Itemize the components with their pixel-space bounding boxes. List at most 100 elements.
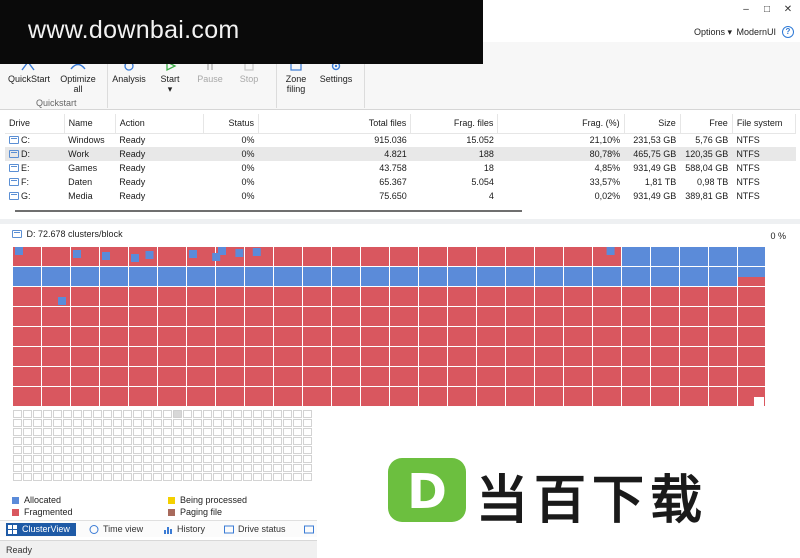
column-file-system[interactable]: File system xyxy=(732,114,797,134)
cluster-empty-block xyxy=(113,473,122,481)
cluster-empty-block xyxy=(263,446,272,454)
cluster-block xyxy=(332,327,360,346)
cluster-block xyxy=(71,267,99,286)
cluster-empty-block xyxy=(243,473,252,481)
drive-cell-text: Ready xyxy=(119,149,146,159)
cluster-empty-block xyxy=(263,419,272,427)
drive-status-icon xyxy=(224,525,234,534)
column-frag-files[interactable]: Frag. files xyxy=(410,114,499,134)
cluster-block xyxy=(71,387,99,406)
start-dropdown-icon[interactable]: ▾ xyxy=(168,84,173,94)
cluster-empty-block xyxy=(213,428,222,436)
tab-time-view[interactable]: Time view xyxy=(87,523,143,536)
cluster-empty-block xyxy=(283,446,292,454)
drive-row[interactable]: G: Media Ready 0% 75.650 4 0,02% 931,49 GB 389,8… xyxy=(5,189,796,203)
cluster-block xyxy=(245,287,273,306)
cluster-block xyxy=(448,387,476,406)
cluster-block xyxy=(361,247,389,266)
cluster-empty-block xyxy=(243,437,252,445)
close-button[interactable]: ✕ xyxy=(782,4,794,16)
cluster-block xyxy=(651,367,679,386)
cluster-empty-block xyxy=(303,419,312,427)
tab-history[interactable]: History xyxy=(161,523,205,536)
cluster-empty-block xyxy=(103,446,112,454)
cluster-block xyxy=(651,287,679,306)
cluster-block xyxy=(535,347,563,366)
drive-cell-text: Ready xyxy=(119,135,146,146)
cluster-empty-block xyxy=(303,437,312,445)
cluster-fragment xyxy=(218,247,226,255)
drive-cell-text: 0% xyxy=(241,177,255,187)
cluster-empty-block xyxy=(233,455,242,463)
cluster-block xyxy=(564,347,592,366)
cluster-empty-block xyxy=(63,455,72,463)
cluster-map[interactable] xyxy=(13,247,765,410)
cluster-block xyxy=(245,327,273,346)
column-name[interactable]: Name xyxy=(64,114,116,134)
cluster-empty-block xyxy=(53,410,62,418)
cluster-block xyxy=(332,247,360,266)
column-total-files[interactable]: Total files xyxy=(258,114,412,134)
cluster-block xyxy=(622,367,650,386)
maximize-button[interactable]: □ xyxy=(761,4,773,16)
start-button[interactable]: Start ▾ xyxy=(155,60,185,94)
cluster-block xyxy=(187,347,215,366)
cluster-block xyxy=(274,307,302,326)
clock-icon xyxy=(89,525,99,534)
drive-cell-text: 188 xyxy=(478,149,494,159)
drive-row[interactable]: F: Daten Ready 0% 65.367 5.054 33,57% 1,81 TB 0,… xyxy=(5,175,796,189)
drive-icon xyxy=(9,150,19,158)
column-frag-pct[interactable]: Frag. (%) xyxy=(497,114,625,134)
cluster-empty-block xyxy=(263,428,272,436)
column-size[interactable]: Size xyxy=(624,114,681,134)
cluster-empty-block xyxy=(153,473,162,481)
drive-row[interactable]: C: Windows Ready 0% 915.036 15.052 21,10% 231,5… xyxy=(5,133,796,147)
column-status[interactable]: Status xyxy=(203,114,259,134)
horizontal-scrollbar[interactable] xyxy=(15,210,522,212)
tab-more[interactable] xyxy=(302,523,314,536)
tab-clusterview[interactable]: ClusterView xyxy=(6,523,76,536)
cluster-empty-block xyxy=(83,428,92,436)
cluster-block xyxy=(477,347,505,366)
cluster-empty-block xyxy=(13,428,22,436)
cluster-empty-block xyxy=(73,455,82,463)
cluster-block xyxy=(535,287,563,306)
drive-row[interactable]: E: Games Ready 0% 43.758 18 4,85% 931,49 GB 588,… xyxy=(5,161,796,175)
cluster-block xyxy=(564,267,592,286)
drive-cell-drive: G: xyxy=(5,189,64,203)
drive-row[interactable]: D: Work Ready 0% 4.821 188 80,78% 465,75 GB 120,… xyxy=(5,147,796,161)
cluster-block xyxy=(129,367,157,386)
column-free[interactable]: Free xyxy=(680,114,733,134)
drive-cell-size: 1,81 TB xyxy=(624,175,680,189)
zone-label-2: filing xyxy=(286,84,306,94)
cluster-block xyxy=(680,387,708,406)
cluster-block xyxy=(100,287,128,306)
theme-label[interactable]: ModernUI xyxy=(736,27,776,37)
legend-processing-label: Being processed xyxy=(180,495,248,505)
tab-time-view-label: Time view xyxy=(103,524,144,534)
drive-cell-text: 33,57% xyxy=(589,177,621,187)
column-action[interactable]: Action xyxy=(115,114,204,134)
cluster-empty-block xyxy=(153,446,162,454)
splitter[interactable] xyxy=(0,219,800,224)
cluster-empty-block xyxy=(283,437,292,445)
cluster-empty-block xyxy=(183,473,192,481)
drive-cell-total: 915.036 xyxy=(258,133,410,147)
cluster-block xyxy=(245,267,273,286)
tab-drive-status[interactable]: Drive status xyxy=(222,523,286,536)
zone-filing-button[interactable]: Zone filing xyxy=(281,60,311,94)
cluster-block xyxy=(71,347,99,366)
cluster-empty-block xyxy=(293,464,302,472)
options-menu[interactable]: Options ▾ xyxy=(694,27,732,38)
help-icon[interactable]: ? xyxy=(782,26,794,38)
zone-label-1: Zone xyxy=(285,74,307,84)
options-label: Options xyxy=(693,27,725,37)
optimize-all-button[interactable]: Optimize all xyxy=(58,60,98,94)
cluster-empty-block xyxy=(203,419,212,427)
minimize-button[interactable]: – xyxy=(740,4,752,16)
cluster-block xyxy=(158,367,186,386)
drive-cell-text: Daten xyxy=(68,177,93,187)
cluster-block xyxy=(216,387,244,406)
column-drive[interactable]: Drive xyxy=(5,114,65,134)
cluster-block xyxy=(535,307,563,326)
